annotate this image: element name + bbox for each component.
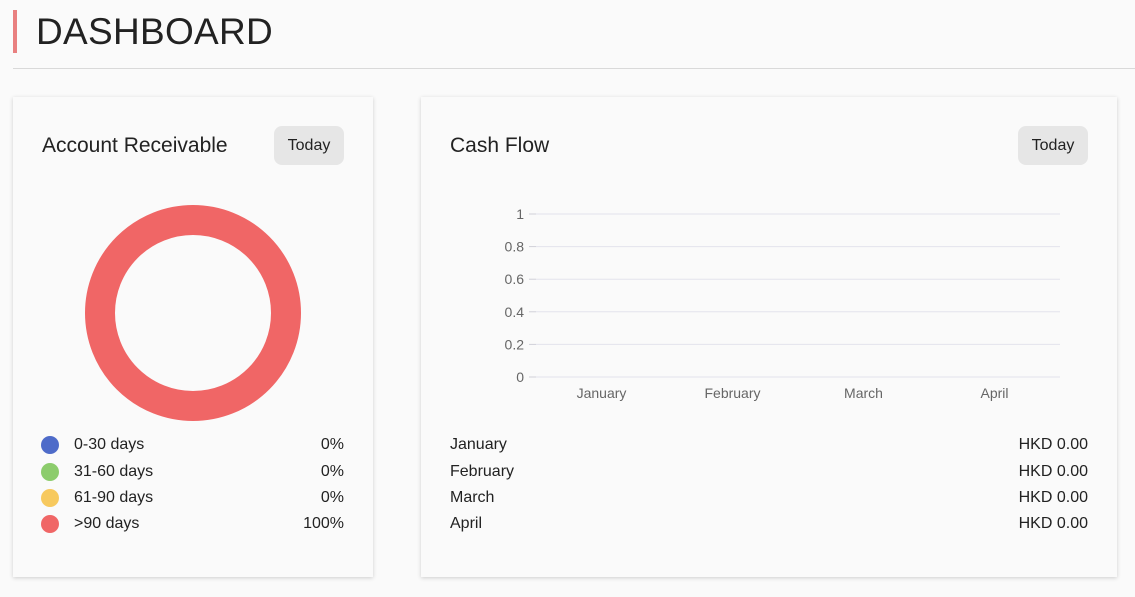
cash-flow-amount: HKD 0.00 <box>1018 436 1088 453</box>
account-receivable-today-button[interactable]: Today <box>274 126 344 165</box>
x-tick-label: March <box>844 385 883 401</box>
cash-flow-row: February HKD 0.00 <box>421 462 1117 482</box>
y-tick-label: 0.4 <box>505 304 525 320</box>
legend-item: >90 days 100% <box>13 514 373 534</box>
cash-flow-title: Cash Flow <box>450 134 550 157</box>
legend-dot-31-60 <box>41 463 59 481</box>
header-accent-bar <box>13 10 17 53</box>
legend-item: 61-90 days 0% <box>13 488 373 508</box>
cash-flow-today-button[interactable]: Today <box>1018 126 1088 165</box>
account-receivable-title: Account Receivable <box>42 134 228 157</box>
legend-label: 61-90 days <box>74 489 154 506</box>
legend-percent: 100% <box>303 515 344 532</box>
cash-flow-row: April HKD 0.00 <box>421 514 1117 534</box>
cash-flow-amount: HKD 0.00 <box>1018 515 1088 532</box>
cash-flow-month: February <box>450 463 515 480</box>
legend-dot-61-90 <box>41 489 59 507</box>
page-header: DASHBOARD <box>13 8 1135 69</box>
legend-label: 31-60 days <box>74 463 154 480</box>
cash-flow-row: March HKD 0.00 <box>421 488 1117 508</box>
legend-percent: 0% <box>320 489 344 506</box>
account-receivable-donut-chart <box>85 205 301 421</box>
legend-percent: 0% <box>320 463 344 480</box>
cash-flow-amount: HKD 0.00 <box>1018 463 1088 480</box>
legend-dot-0-30 <box>41 436 59 454</box>
y-tick-label: 1 <box>516 206 524 222</box>
legend-item: 31-60 days 0% <box>13 462 373 482</box>
legend-item: 0-30 days 0% <box>13 435 373 455</box>
y-tick-label: 0.2 <box>505 336 525 352</box>
page-title: DASHBOARD <box>36 11 274 52</box>
donut-slice[interactable] <box>85 205 301 421</box>
legend-label: 0-30 days <box>74 436 145 453</box>
x-tick-label: January <box>577 385 627 401</box>
x-tick-label: February <box>704 385 760 401</box>
cash-flow-month: April <box>450 515 483 532</box>
y-tick-label: 0 <box>516 369 524 385</box>
cash-flow-amount: HKD 0.00 <box>1018 489 1088 506</box>
cash-flow-row: January HKD 0.00 <box>421 435 1117 455</box>
legend-dot-90-plus <box>41 515 59 533</box>
cash-flow-month: March <box>450 489 495 506</box>
cash-flow-card: Cash Flow Today 0 0.2 0.4 0.6 0.8 1 January Feb… <box>421 97 1117 577</box>
legend-percent: 0% <box>320 436 344 453</box>
account-receivable-card: Account Receivable Today 0-30 days 0% 31… <box>13 97 373 577</box>
cash-flow-month: January <box>450 436 507 453</box>
y-tick-label: 0.8 <box>505 239 525 255</box>
x-tick-label: April <box>980 385 1008 401</box>
cash-flow-line-chart: 0 0.2 0.4 0.6 0.8 1 January February March April <box>505 206 1060 401</box>
y-tick-label: 0.6 <box>505 271 525 287</box>
legend-label: >90 days <box>74 515 140 532</box>
